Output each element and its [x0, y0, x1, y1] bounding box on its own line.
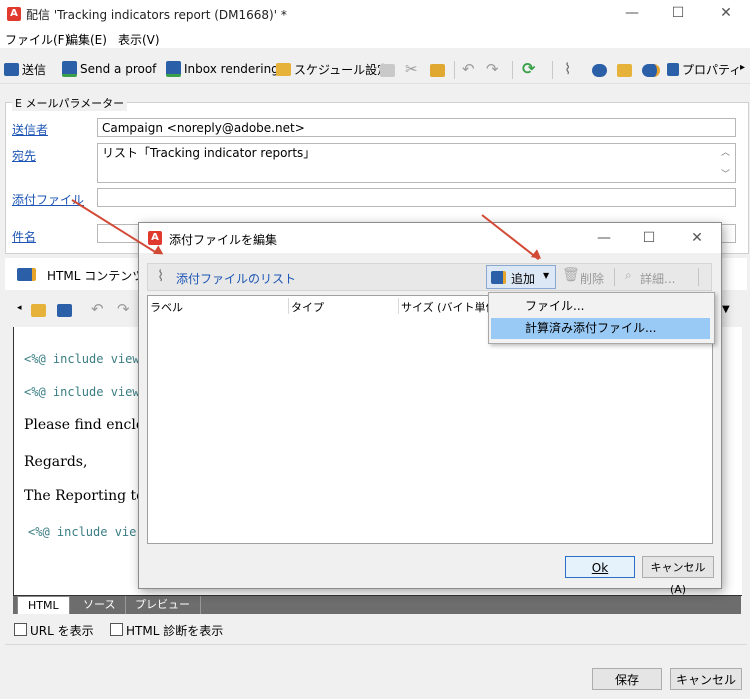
send-proof-button[interactable]: Send a proof — [62, 61, 156, 77]
menu-edit[interactable]: 編集(E) — [66, 31, 107, 48]
main-toolbar: 送信 Send a proof Inbox rendering スケジュール設定… — [0, 55, 750, 84]
editor-line: Please find enclos — [24, 417, 152, 433]
editor-line: <%@ include view — [24, 385, 140, 399]
show-html-diag-label: HTML 診断を表示 — [126, 624, 224, 638]
attachment-icon[interactable]: ⌇ — [564, 60, 571, 78]
editor-line: <%@ include view — [24, 352, 140, 366]
add-attachment-icon — [491, 271, 506, 284]
attachment-field[interactable] — [97, 188, 736, 207]
scroll-up-icon[interactable]: ︿ — [721, 144, 730, 162]
schedule-button[interactable]: スケジュール設定 — [276, 61, 389, 78]
ok-button[interactable]: Ok — [565, 556, 635, 578]
inbox-rendering-icon — [166, 61, 181, 77]
dialog-title-bar: A 添付ファイルを編集 — ☐ ✕ — [139, 223, 721, 253]
delete-button[interactable]: 削除 — [580, 270, 604, 287]
paste-icon[interactable] — [430, 64, 445, 77]
column-label[interactable]: ラベル — [150, 299, 183, 315]
add-button[interactable]: 追加 ▼ — [486, 265, 556, 289]
email-params-legend: E メールパラメーター — [12, 95, 128, 111]
gift-icon[interactable] — [617, 64, 632, 77]
to-field[interactable]: リスト「Tracking indicator reports」 ︿ ﹀ — [97, 143, 736, 183]
open-folder-icon[interactable] — [31, 304, 46, 317]
to-link[interactable]: 宛先 — [12, 147, 36, 164]
window-title: 配信 'Tracking indicators report (DM1668)'… — [26, 8, 287, 22]
menu-bar: ファイル(F) 編集(E) 表示(V) — [0, 28, 750, 48]
add-dropdown-icon: ▼ — [543, 271, 550, 280]
send-button[interactable]: 送信 — [4, 61, 46, 78]
to-field-value: リスト「Tracking indicator reports」 — [102, 146, 316, 160]
properties-button[interactable]: プロパティ — [667, 61, 741, 78]
details-button[interactable]: 詳細... — [640, 270, 675, 287]
attachment-list-label: 添付ファイルのリスト — [176, 272, 297, 286]
menu-view[interactable]: 表示(V) — [118, 31, 160, 48]
tab-preview[interactable]: プレビュー — [125, 596, 201, 614]
refresh-icon[interactable]: ⟳ — [522, 59, 535, 78]
sender-link[interactable]: 送信者 — [12, 121, 48, 138]
tab-html[interactable]: HTML — [17, 596, 70, 614]
copy-icon[interactable] — [380, 64, 395, 77]
close-button[interactable]: ✕ — [716, 4, 736, 22]
editor-toolbar: ◂ ↶ ↷ — [13, 297, 141, 323]
tab-source[interactable]: ソース — [73, 596, 127, 614]
trash-icon: 🗑 — [562, 267, 580, 283]
html-content-icon — [17, 268, 36, 281]
link-icon[interactable] — [592, 64, 607, 77]
proof-envelope-icon — [62, 61, 77, 77]
dialog-title: 添付ファイルを編集 — [169, 233, 278, 247]
editor-scroll-left-icon[interactable]: ◂ — [17, 303, 22, 313]
column-size[interactable]: サイズ (バイト単位) — [401, 299, 501, 315]
add-button-label: 追加 — [511, 272, 536, 286]
dialog-minimize-button[interactable]: — — [594, 229, 614, 247]
calendar-icon — [276, 63, 291, 76]
show-url-checkbox[interactable] — [14, 623, 27, 636]
editor-redo-icon[interactable]: ↷ — [117, 300, 130, 318]
clipboard-icon — [667, 63, 679, 76]
editor-toolbar-dropdown-icon[interactable]: ▼ — [722, 304, 730, 315]
dialog-close-button[interactable]: ✕ — [687, 229, 707, 247]
adobe-logo-icon: A — [7, 7, 21, 21]
tracking-icon[interactable] — [642, 64, 660, 77]
title-bar: A 配信 'Tracking indicators report (DM1668… — [0, 0, 750, 28]
toolbar-overflow-icon[interactable]: ▸ — [740, 62, 745, 73]
editor-undo-icon[interactable]: ↶ — [91, 300, 104, 318]
save-disk-icon[interactable] — [57, 304, 72, 317]
editor-line: Regards, — [24, 454, 88, 470]
envelope-icon — [4, 63, 19, 76]
paperclip-icon: ⌇ — [157, 267, 165, 285]
show-url-label: URL を表示 — [30, 624, 94, 638]
details-search-icon: ⌕ — [625, 268, 632, 282]
undo-icon[interactable]: ↶ — [462, 60, 475, 78]
menu-item-file[interactable]: ファイル... — [491, 296, 710, 317]
column-type[interactable]: タイプ — [291, 299, 324, 315]
edit-attachments-dialog: A 添付ファイルを編集 — ☐ ✕ ⌇ 添付ファイルのリスト 追加 ▼ 🗑 削除… — [138, 222, 722, 596]
inbox-rendering-button[interactable]: Inbox rendering — [166, 61, 279, 77]
scroll-down-icon[interactable]: ﹀ — [721, 166, 730, 182]
editor-line: The Reporting tea — [24, 488, 153, 504]
minimize-button[interactable]: — — [622, 4, 642, 22]
dialog-toolbar: ⌇ 添付ファイルのリスト 追加 ▼ 🗑 削除 ⌕ 詳細... — [147, 263, 712, 291]
cut-icon[interactable]: ✂ — [405, 60, 418, 78]
editor-line: <%@ include vie — [28, 525, 137, 539]
sender-field[interactable]: Campaign <noreply@adobe.net> — [97, 118, 736, 137]
dialog-adobe-logo-icon: A — [148, 231, 162, 245]
editor-mode-tabs: HTML ソース プレビュー — [13, 596, 741, 614]
add-dropdown-menu: ファイル... 計算済み添付ファイル... — [488, 292, 715, 344]
subject-link[interactable]: 件名 — [12, 228, 36, 245]
menu-file[interactable]: ファイル(F) — [5, 31, 69, 48]
dialog-maximize-button[interactable]: ☐ — [639, 229, 659, 247]
redo-icon[interactable]: ↷ — [486, 60, 499, 78]
menu-item-computed-attachment[interactable]: 計算済み添付ファイル... — [491, 318, 710, 339]
show-html-diag-checkbox[interactable] — [110, 623, 123, 636]
html-content-tab[interactable]: HTML コンテンツ — [47, 267, 144, 284]
cancel-button[interactable]: キャンセル — [670, 668, 742, 690]
maximize-button[interactable]: ☐ — [668, 4, 688, 22]
dialog-cancel-button[interactable]: キャンセル(A) — [642, 556, 714, 596]
save-button[interactable]: 保存 — [592, 668, 662, 690]
